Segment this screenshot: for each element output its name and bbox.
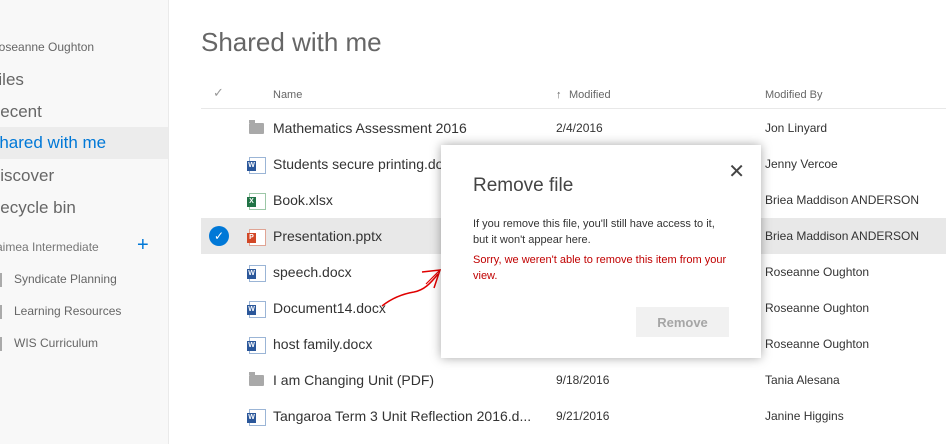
library-icon: [0, 272, 8, 287]
library-icon: [0, 336, 8, 351]
sidebar-item-learning-resources[interactable]: Learning Resources: [0, 304, 121, 319]
folder-icon: [249, 120, 264, 134]
sidebar-item-wis-curriculum[interactable]: WIS Curriculum: [0, 336, 98, 351]
word-document-icon: [247, 157, 266, 174]
nav-shared-with-me[interactable]: Shared with me: [0, 127, 168, 159]
list-header: ✓ Name ↑ Modified Modified By: [201, 84, 946, 109]
file-name[interactable]: host family.docx: [273, 336, 372, 352]
modified-by: Tania Alesana: [765, 373, 840, 387]
modified-by: Briea Maddison ANDERSON: [765, 229, 920, 243]
dialog-error-message: Sorry, we weren't able to remove this it…: [473, 254, 727, 282]
remove-button[interactable]: Remove: [636, 307, 729, 337]
folder-icon: [249, 372, 264, 386]
column-header-modified[interactable]: Modified: [569, 89, 611, 101]
word-document-icon: [247, 265, 266, 282]
nav-files[interactable]: Files: [0, 70, 24, 90]
dialog-title: Remove file: [473, 175, 574, 196]
word-document-icon: [247, 409, 266, 426]
table-row[interactable]: I am Changing Unit (PDF) 9/18/2016 Tania…: [201, 362, 946, 398]
annotation-arrow-icon: [381, 269, 442, 307]
sidebar: Roseanne Oughton Files Recent Shared wit…: [0, 0, 169, 444]
sidebar-item-label: Syndicate Planning: [14, 272, 117, 286]
modified-by: Roseanne Oughton: [765, 265, 870, 279]
add-icon[interactable]: +: [137, 234, 149, 257]
file-name[interactable]: I am Changing Unit (PDF): [273, 372, 434, 388]
modified-by: Jenny Vercoe: [765, 157, 838, 171]
excel-document-icon: [247, 193, 266, 210]
column-header-modified-by[interactable]: Modified By: [765, 89, 822, 101]
file-name[interactable]: Document14.docx: [273, 300, 386, 316]
dialog-message: If you remove this file, you'll still ha…: [473, 218, 715, 246]
nav-discover[interactable]: Discover: [0, 166, 54, 186]
modified-by: Jon Linyard: [765, 121, 828, 135]
file-name[interactable]: Presentation.pptx: [273, 228, 382, 244]
library-icon: [0, 304, 8, 319]
remove-file-dialog: ✕ Remove file If you remove this file, y…: [441, 145, 761, 358]
group-title: Kaimea Intermediate: [0, 240, 99, 254]
modified-by: Briea Maddison ANDERSON: [765, 193, 920, 207]
sidebar-item-syndicate-planning[interactable]: Syndicate Planning: [0, 272, 117, 287]
word-document-icon: [247, 301, 266, 318]
modified-date: 9/21/2016: [556, 409, 610, 423]
modified-date: 9/18/2016: [556, 373, 610, 387]
powerpoint-document-icon: [247, 229, 266, 246]
table-row[interactable]: Tangaroa Term 3 Unit Reflection 2016.d..…: [201, 398, 946, 434]
file-name[interactable]: speech.docx: [273, 264, 352, 280]
file-name[interactable]: Mathematics Assessment 2016: [273, 120, 467, 136]
nav-recent[interactable]: Recent: [0, 102, 42, 122]
file-name[interactable]: Book.xlsx: [273, 192, 333, 208]
sidebar-item-label: WIS Curriculum: [14, 336, 99, 350]
modified-by: Roseanne Oughton: [765, 301, 870, 315]
table-row[interactable]: Mathematics Assessment 2016 2/4/2016 Jon…: [201, 110, 946, 146]
word-document-icon: [247, 337, 266, 354]
close-icon[interactable]: ✕: [728, 159, 745, 184]
sidebar-item-label: Learning Resources: [14, 304, 122, 318]
page-title: Shared with me: [201, 27, 382, 57]
modified-by: Janine Higgins: [765, 409, 844, 423]
modified-date: 2/4/2016: [556, 121, 603, 135]
column-header-name[interactable]: Name: [273, 89, 302, 101]
file-name[interactable]: Tangaroa Term 3 Unit Reflection 2016.d..…: [273, 408, 531, 424]
select-all-checkmark-icon[interactable]: ✓: [213, 85, 224, 101]
selected-checkmark-icon[interactable]: ✓: [209, 226, 229, 246]
nav-recycle-bin[interactable]: Recycle bin: [0, 198, 76, 218]
file-name[interactable]: Students secure printing.do: [273, 156, 443, 172]
user-name: Roseanne Oughton: [0, 40, 95, 54]
modified-by: Roseanne Oughton: [765, 337, 870, 351]
sort-arrow-icon: ↑: [556, 89, 562, 101]
